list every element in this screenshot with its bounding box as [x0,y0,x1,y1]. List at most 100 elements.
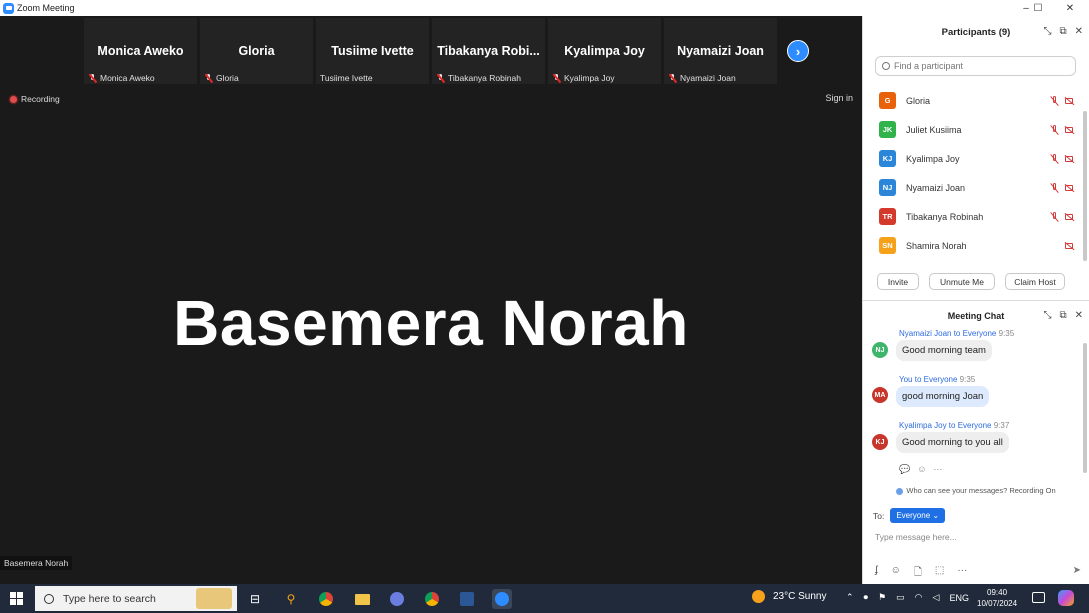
sender-avatar: MA [872,387,888,403]
clock-date: 10/07/2024 [977,599,1018,608]
gallery-strip: Monica Aweko Monica Aweko Gloria Gloria … [84,18,780,84]
participant-row[interactable]: KJ Kyalimpa Joy [863,144,1082,173]
tile-name: Nyamaizi Joan [677,44,764,58]
message-sender: Nyamaizi Joan to Everyone 9:35 [899,329,1015,338]
chevron-up-icon[interactable]: ⌃ [846,592,854,603]
participant-avatar: TR [879,208,896,225]
message-bubble[interactable]: good morning Joan [896,386,990,407]
zoom-logo-icon [3,2,14,14]
recording-label: Recording [21,94,60,104]
weather-widget[interactable]: 23°C Sunny [752,590,826,603]
maximize-button[interactable]: ☐ [1023,0,1053,16]
mic-muted-icon [1049,124,1059,135]
pop-out-icon[interactable]: ⧉ [1059,26,1066,37]
emoji-reaction-icon[interactable]: ☺ [917,464,926,475]
copilot-icon[interactable] [1058,590,1074,606]
close-window-button[interactable]: ✕ [1055,0,1085,16]
participant-tile[interactable]: Tibakanya Robi... Tibakanya Robinah [432,18,545,84]
more-icon[interactable]: ··· [957,565,967,582]
chrome-icon[interactable] [316,589,336,609]
task-view-icon[interactable]: ⊟ [245,589,265,609]
to-label: To: [873,510,885,521]
word-icon[interactable] [457,589,477,609]
taskbar-search[interactable]: Type here to search [35,586,237,611]
participant-tile[interactable]: Kyalimpa Joy Kyalimpa Joy [548,18,661,84]
chrome-profile-icon[interactable] [422,589,442,609]
reply-icon[interactable]: 💬 [899,464,910,475]
send-icon[interactable]: ➤ [1073,565,1081,576]
mic-muted-icon [1049,95,1059,106]
wifi-icon[interactable]: ◠ [915,592,923,603]
participant-tile[interactable]: Tusiime Ivette Tusiime Ivette [316,18,429,84]
window-title-bar: Zoom Meeting – ☐ ✕ [0,0,1089,16]
sender-avatar: KJ [872,434,888,450]
message-reactions: 💬 ☺ ··· [899,464,942,475]
recipient-dropdown[interactable]: Everyone ⌄ [890,508,946,523]
taskbar-search-placeholder: Type here to search [63,592,156,605]
participant-tile[interactable]: Gloria Gloria [200,18,313,84]
battery-icon[interactable]: ▭ [896,592,905,603]
message-bubble[interactable]: Good morning team [896,340,992,361]
zoom-taskbar-icon[interactable] [492,589,512,609]
video-off-icon [1064,154,1076,164]
collapse-panel-icon[interactable]: ⤡ [1043,26,1051,37]
recording-indicator[interactable]: Recording [10,94,60,104]
taskbar-clock[interactable]: 09:40 10/07/2024 [977,587,1017,609]
participant-row[interactable]: G Gloria [863,86,1082,115]
format-icon[interactable]: ʄ [875,565,878,582]
tile-name: Tibakanya Robi... [437,44,540,58]
participant-search-input[interactable] [894,61,1064,71]
chat-compose-input[interactable]: Type message here... [875,532,957,542]
unmute-me-button[interactable]: Unmute Me [929,273,995,290]
file-icon[interactable]: 🗋 [914,565,922,582]
participant-avatar: NJ [879,179,896,196]
pop-out-icon[interactable]: ⧉ [1059,310,1066,321]
next-page-button[interactable]: › [787,40,809,62]
system-tray: ⌃ ⏺ ⚑ ▭ ◠ ◁ ENG [846,592,969,603]
participant-tile[interactable]: Nyamaizi Joan Nyamaizi Joan [664,18,777,84]
participant-avatar: JK [879,121,896,138]
more-options-icon[interactable]: ··· [933,464,942,475]
participant-row[interactable]: NJ Nyamaizi Joan [863,173,1082,202]
windows-taskbar: Type here to search ⊟ ⚲ 23°C Sunny ⌃ ⏺ ⚑… [0,584,1089,613]
tile-caption: Monica Aweko [88,73,155,83]
participant-search[interactable] [875,56,1076,76]
windows-start-icon[interactable] [10,592,23,605]
claim-host-button[interactable]: Claim Host [1005,273,1065,290]
participant-row[interactable]: SN Shamira Norah [863,231,1082,260]
emoji-icon[interactable]: ☺ [891,565,901,582]
mic-muted-icon [204,73,213,83]
chat-privacy-notice[interactable]: Who can see your messages? Recording On [863,486,1089,495]
camera-icon[interactable]: ⏺ [864,592,869,603]
participant-avatar: SN [879,237,896,254]
weather-text: 23°C Sunny [773,591,827,602]
invite-button[interactable]: Invite [877,273,919,290]
participant-row[interactable]: TR Tibakanya Robinah [863,202,1082,231]
participants-scrollbar[interactable] [1083,111,1087,261]
people-icon [896,487,904,495]
participants-actions: Invite Unmute Me Claim Host [877,273,1065,290]
participant-tile[interactable]: Monica Aweko Monica Aweko [84,18,197,84]
video-off-icon [1064,212,1076,222]
language-indicator[interactable]: ENG [949,593,969,603]
file-explorer-icon[interactable] [352,589,372,609]
active-speaker-name: Basemera Norah [173,287,689,359]
location-icon[interactable]: ⚑ [878,592,886,603]
chat-scrollbar[interactable] [1083,343,1087,473]
close-chat-icon[interactable]: ✕ [1075,310,1083,321]
collapse-chat-icon[interactable]: ⤡ [1043,310,1051,321]
search-app-icon[interactable]: ⚲ [281,589,301,609]
notification-icon[interactable] [1032,592,1045,603]
sign-in-link[interactable]: Sign in [825,93,853,103]
close-panel-icon[interactable]: ✕ [1075,26,1083,37]
message-bubble[interactable]: Good morning to you all [896,432,1009,453]
side-panel: Participants (9) ⤡ ⧉ ✕ G Gloria JK Julie… [862,16,1089,584]
tile-caption: Gloria [204,73,239,83]
screenshot-icon[interactable]: ⬚ [935,565,944,582]
volume-icon[interactable]: ◁ [933,592,940,603]
chat-recipient: To: Everyone ⌄ [873,508,946,523]
media-player-icon[interactable] [387,589,407,609]
recording-dot-icon [10,95,17,103]
participant-row[interactable]: JK Juliet Kusiima [863,115,1082,144]
mic-muted-icon [1049,153,1059,164]
